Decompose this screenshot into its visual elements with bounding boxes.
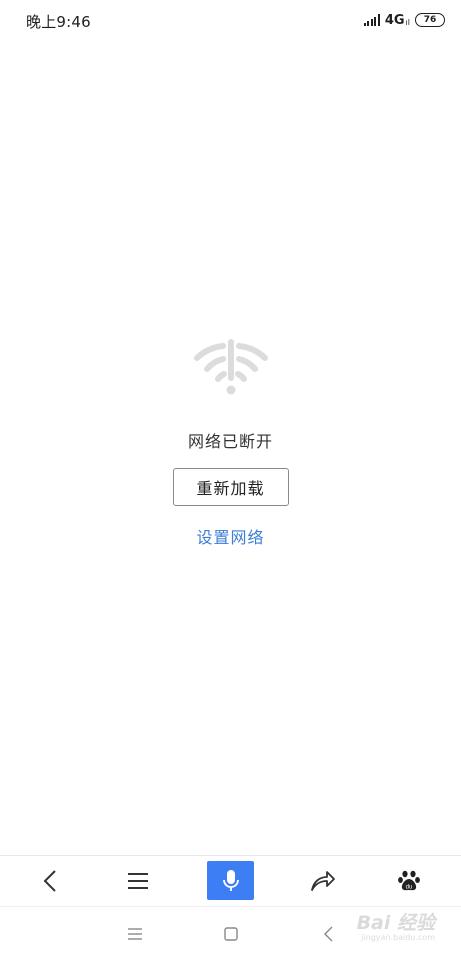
back-icon [43, 870, 56, 892]
network-activity: ıl [405, 17, 410, 27]
home-icon [224, 927, 238, 941]
status-indicators: 4G ıl 76 [363, 12, 445, 28]
screen: 晚上9:46 4G ıl 76 网络已断开 重新加载 设置网络 du Bai 经… [0, 0, 461, 960]
network-settings-link[interactable]: 设置网络 [196, 524, 264, 548]
status-bar: 晚上9:46 4G ıl 76 [0, 0, 461, 42]
watermark-url: jingyan.baidu.com [361, 933, 435, 942]
system-back-icon [324, 926, 333, 942]
home-button[interactable] [216, 921, 246, 947]
microphone-icon [222, 869, 239, 891]
menu-icon [128, 873, 148, 889]
status-time: 晚上9:46 [26, 13, 91, 31]
baidu-jingyan-watermark: Bai 经验 jingyan.baidu.com [357, 908, 435, 942]
offline-panel: 网络已断开 重新加载 设置网络 [0, 338, 461, 548]
menu-button[interactable] [108, 856, 168, 906]
watermark-brand: Bai 经验 [356, 912, 435, 934]
network-type: 4G [384, 12, 405, 28]
recent-apps-icon [128, 928, 142, 940]
share-button[interactable] [293, 856, 353, 906]
back-button[interactable] [20, 856, 80, 906]
baidu-paw-icon: du [398, 870, 420, 891]
svg-text:du: du [406, 885, 413, 891]
system-back-button[interactable] [313, 921, 343, 947]
offline-message: 网络已断开 [187, 432, 273, 451]
wifi-off-icon [193, 339, 268, 395]
voice-search-button[interactable] [207, 861, 254, 900]
browser-toolbar: du [0, 855, 461, 906]
battery-icon: 76 [415, 13, 445, 27]
reload-button[interactable]: 重新加载 [172, 468, 289, 506]
share-icon [311, 871, 335, 891]
signal-strength-icon [363, 14, 380, 26]
baidu-home-button[interactable]: du [379, 856, 439, 906]
recent-apps-button[interactable] [120, 921, 150, 947]
